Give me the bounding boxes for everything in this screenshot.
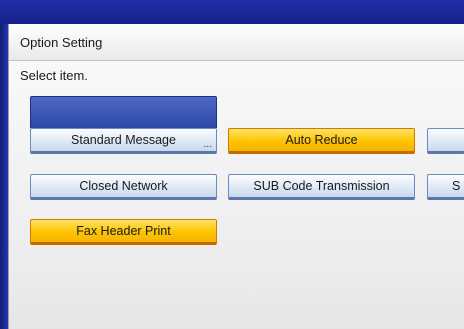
window-frame-left <box>0 24 8 329</box>
standard-message-label: Standard Message <box>71 133 176 147</box>
fax-header-print-label: Fax Header Print <box>76 224 171 238</box>
sub-code-transmission-button[interactable]: SUB Code Transmission <box>228 174 415 200</box>
category-header-block <box>30 96 217 128</box>
fax-header-print-button[interactable]: Fax Header Print <box>30 219 217 245</box>
more-options-indicator: ... <box>203 139 212 150</box>
option-setting-panel: Option Setting Select item. Standard Mes… <box>8 24 464 329</box>
clipped-option-button-row2[interactable]: S <box>427 174 464 200</box>
closed-network-button[interactable]: Closed Network <box>30 174 217 200</box>
window-frame-top <box>0 0 464 24</box>
title-bar: Option Setting <box>9 24 464 61</box>
standard-message-button[interactable]: Standard Message ... <box>30 128 217 154</box>
clipped-option-label: S <box>452 179 461 193</box>
sub-code-transmission-label: SUB Code Transmission <box>253 179 390 193</box>
select-item-prompt: Select item. <box>20 68 88 83</box>
closed-network-label: Closed Network <box>79 179 168 193</box>
auto-reduce-label: Auto Reduce <box>285 133 358 147</box>
auto-reduce-button[interactable]: Auto Reduce <box>228 128 415 154</box>
clipped-option-button-row1[interactable] <box>427 128 464 154</box>
window-title: Option Setting <box>20 35 103 50</box>
